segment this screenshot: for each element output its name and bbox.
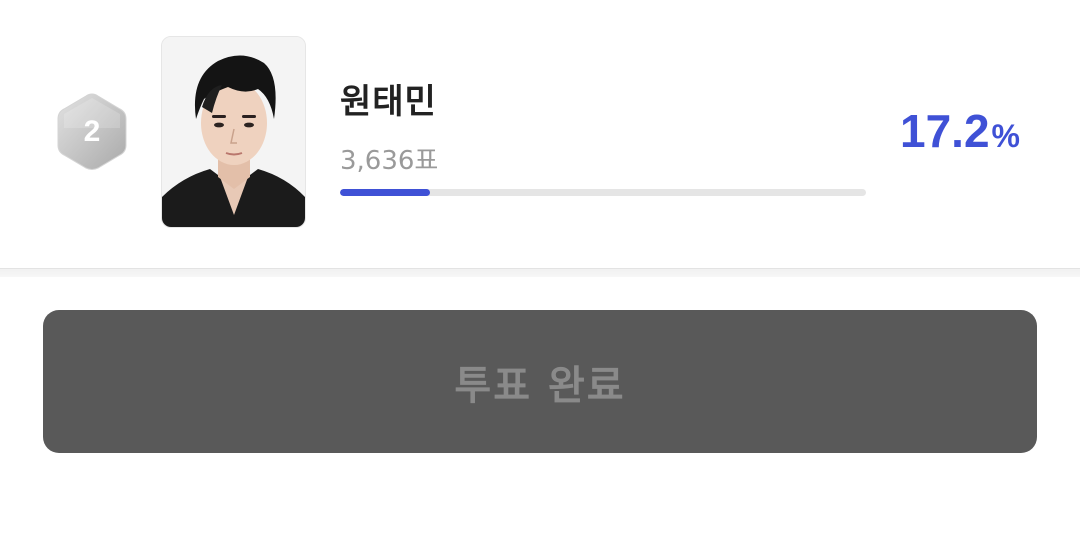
- vote-complete-button[interactable]: 투표 완료: [43, 310, 1037, 453]
- candidate-photo: [161, 36, 306, 228]
- vote-progress-fill: [340, 189, 431, 196]
- vote-count: 3,636표: [340, 146, 439, 176]
- rank-badge-icon: 2: [56, 92, 128, 172]
- vote-complete-label: 투표 완료: [454, 362, 626, 409]
- rank-number: 2: [83, 115, 101, 148]
- candidate-name: 원태민: [340, 82, 437, 122]
- percent-unit: %: [991, 118, 1020, 154]
- vote-progress-bar: [340, 189, 866, 196]
- percent-value: 17.2: [900, 105, 990, 157]
- vote-percentage: 17.2%: [900, 104, 1020, 158]
- section-divider: [0, 268, 1080, 277]
- candidate-row[interactable]: 2 원태민 3,636표 17.2%: [0, 0, 1080, 268]
- vote-result-page: 2 원태민 3,636표 17.2% 투표 완료: [0, 0, 1080, 551]
